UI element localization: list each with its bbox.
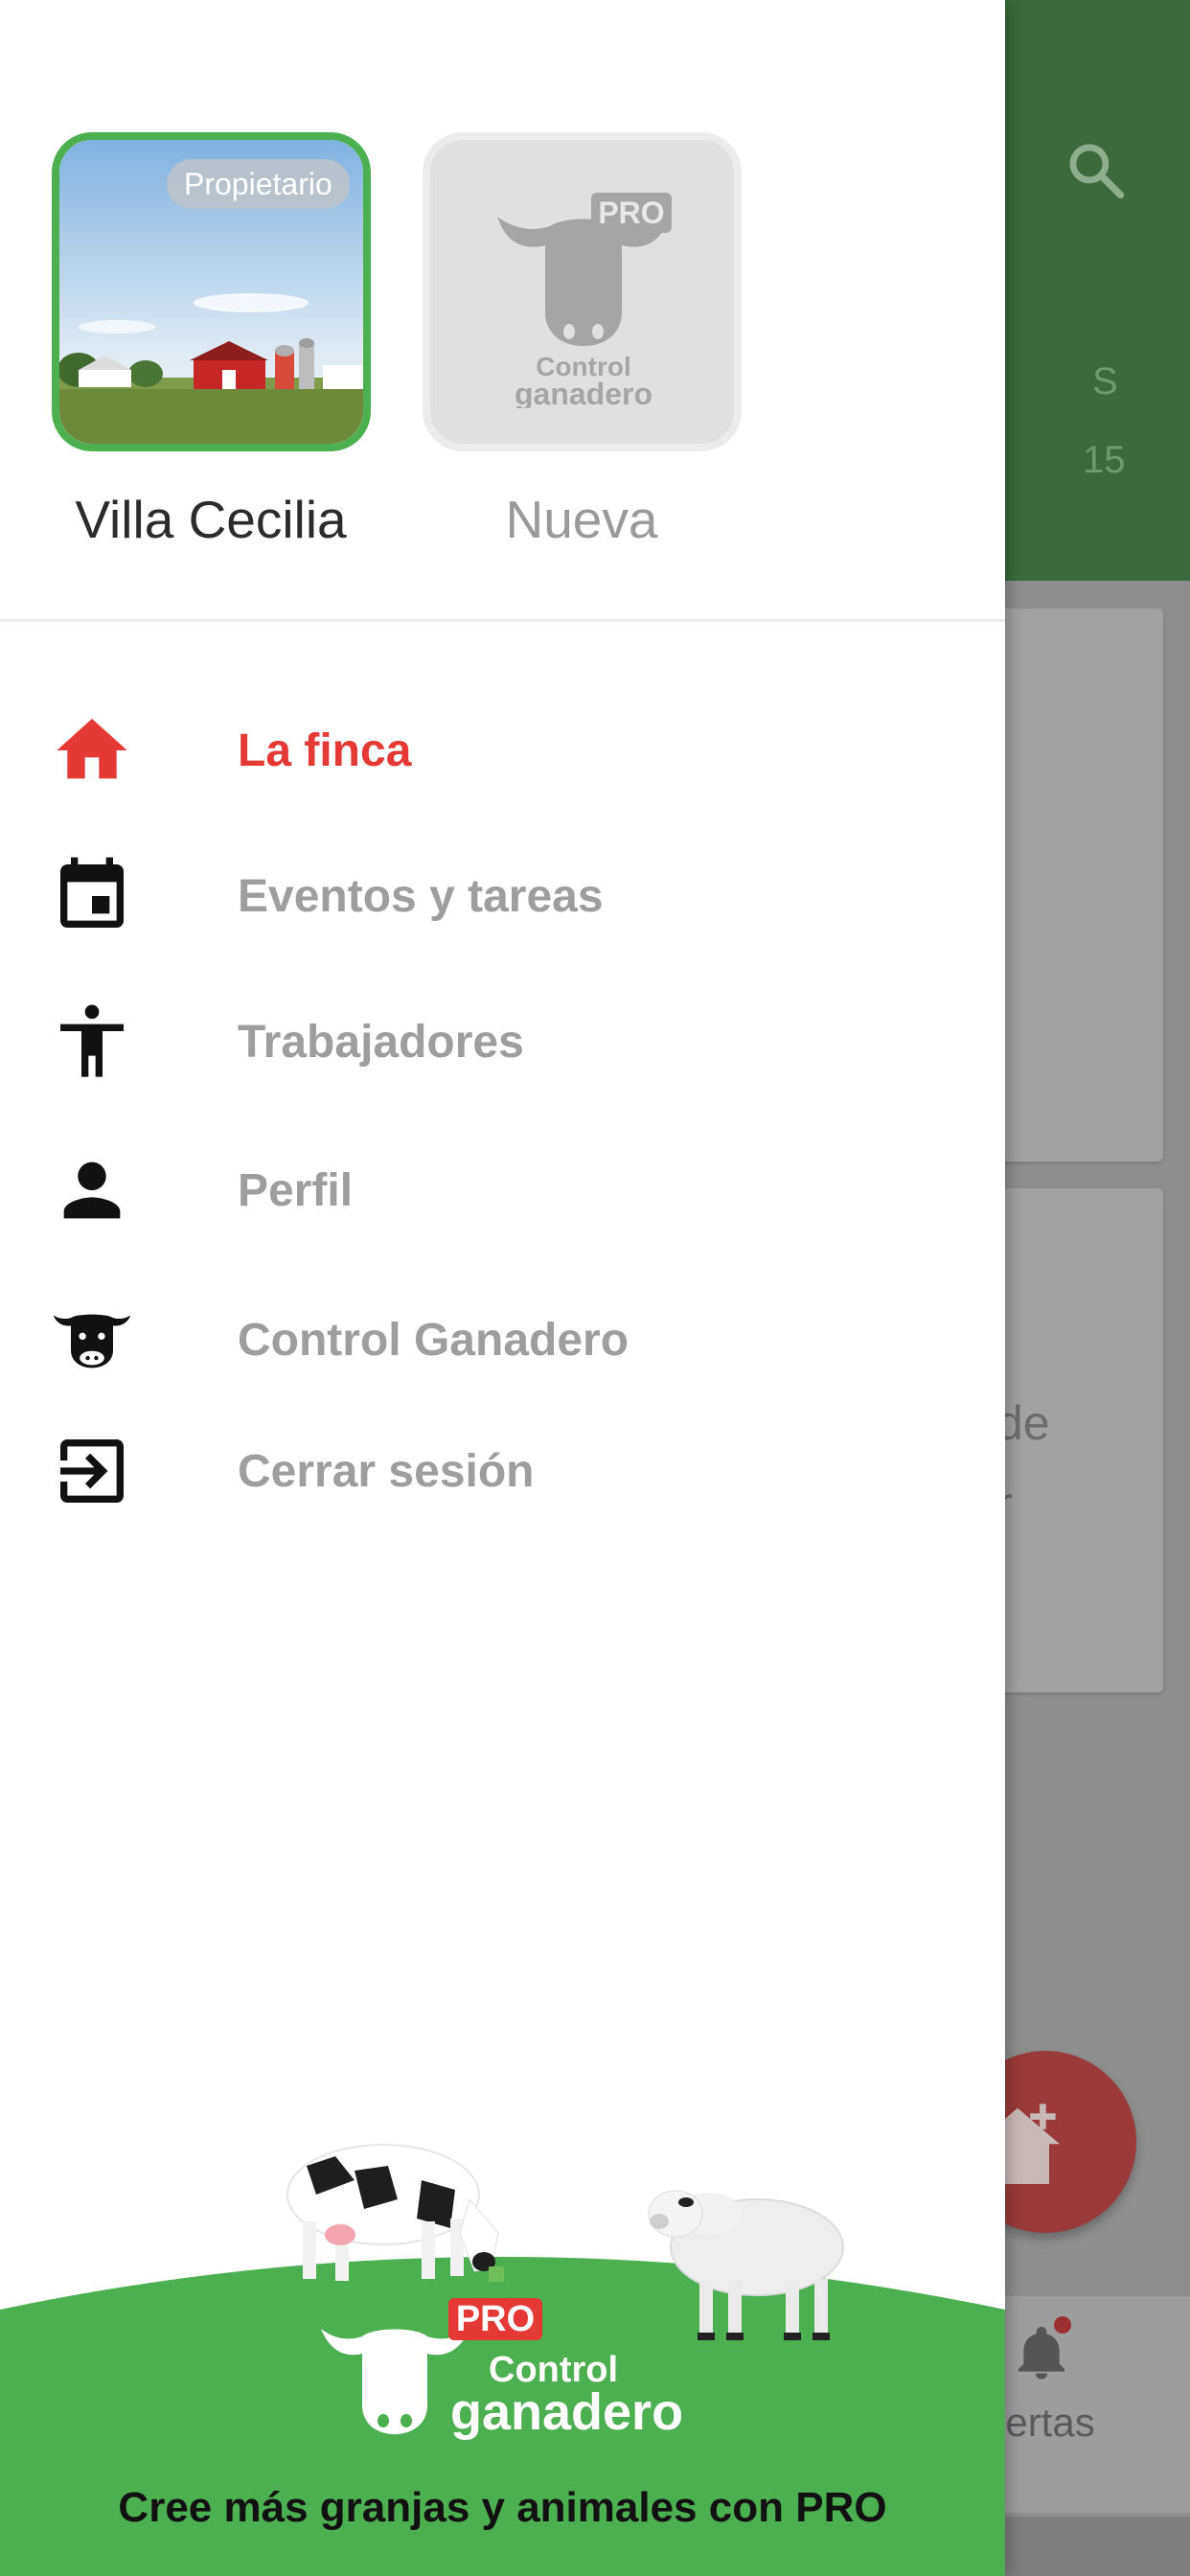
calendar-icon xyxy=(60,857,124,928)
pro-badge: PRO xyxy=(448,2298,542,2340)
pro-promo-banner[interactable]: PRO Control ganadero Cree más granjas y … xyxy=(0,2108,1005,2576)
menu-item-label: Eventos y tareas xyxy=(238,871,604,922)
notification-dot xyxy=(1054,2316,1071,2334)
logout-icon xyxy=(60,1439,124,1503)
bottom-nav-alerts-label[interactable]: lertas xyxy=(996,2400,1095,2446)
cow-icon xyxy=(53,1314,131,1368)
home-icon xyxy=(57,719,127,779)
menu-item-control-ganadero[interactable]: Control Ganadero xyxy=(0,1287,1005,1392)
farm-card-villa-cecilia[interactable]: Propietario xyxy=(52,132,371,451)
farm-name-villa-cecilia[interactable]: Villa Cecilia xyxy=(48,489,374,550)
divider xyxy=(0,619,1005,622)
promo-brand-line-2: ganadero xyxy=(450,2383,684,2441)
menu-item-perfil[interactable]: Perfil xyxy=(0,1138,1005,1243)
menu-item-label: Trabajadores xyxy=(238,1017,524,1068)
worker-icon xyxy=(60,1004,124,1077)
farm-card-new[interactable]: PRO Control ganadero xyxy=(423,132,742,451)
person-icon xyxy=(63,1162,121,1219)
promo-cta-text[interactable]: Cree más granjas y animales con PRO xyxy=(0,2484,1005,2532)
tab-day-number: 15 xyxy=(1083,439,1126,481)
menu-item-label: Perfil xyxy=(238,1165,354,1216)
control-ganadero-logo-icon: PRO Control ganadero xyxy=(497,193,672,408)
system-nav-strip xyxy=(996,2517,1190,2576)
menu-item-label: La finca xyxy=(238,725,412,776)
navigation-drawer: Propietario Villa Cecilia PRO Control ga… xyxy=(0,0,1005,2576)
menu-item-eventos-y-tareas[interactable]: Eventos y tareas xyxy=(0,843,1005,949)
content-card xyxy=(996,609,1163,1162)
farm-name-new[interactable]: Nueva xyxy=(419,489,744,550)
owner-badge: Propietario xyxy=(167,159,350,209)
menu-item-la-finca[interactable]: La finca xyxy=(0,698,1005,803)
new-farm-pro-label: PRO xyxy=(598,196,664,230)
menu-item-label: Cerrar sesión xyxy=(238,1446,535,1497)
new-farm-logo-line-2: ganadero xyxy=(515,377,652,408)
menu-item-label: Control Ganadero xyxy=(238,1315,629,1366)
tab-day-letter: S xyxy=(1092,360,1118,402)
menu-item-cerrar-sesion[interactable]: Cerrar sesión xyxy=(0,1418,1005,1524)
menu-item-trabajadores[interactable]: Trabajadores xyxy=(0,989,1005,1094)
search-icon[interactable] xyxy=(1064,138,1129,203)
